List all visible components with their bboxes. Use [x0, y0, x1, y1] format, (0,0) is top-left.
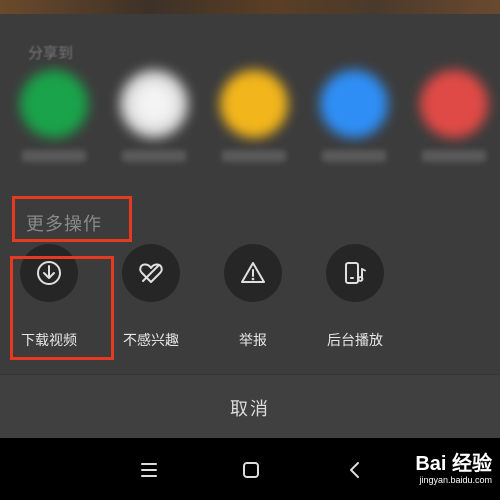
share-app-wechat[interactable] — [14, 70, 94, 180]
report-label: 举报 — [239, 333, 267, 349]
video-background-strip — [0, 0, 500, 14]
background-play-label: 后台播放 — [327, 333, 383, 349]
share-app-moments[interactable] — [114, 70, 194, 180]
report-button[interactable]: 举报 — [220, 244, 300, 354]
warning-icon — [224, 244, 282, 302]
share-app-label — [122, 150, 186, 162]
share-app-label — [422, 150, 486, 162]
back-icon[interactable] — [342, 458, 368, 482]
share-app-label — [222, 150, 286, 162]
highlight-box-more-actions — [12, 196, 132, 242]
home-icon[interactable] — [238, 458, 264, 482]
share-app-qzone[interactable] — [214, 70, 294, 180]
share-section-title: 分享到 — [28, 44, 74, 62]
highlight-box-download — [10, 256, 114, 360]
baidu-jingyan-watermark: Bai 经验 jingyan.baidu.com — [415, 454, 492, 486]
background-play-button[interactable]: 后台播放 — [322, 244, 402, 354]
weibo-app-icon — [420, 70, 488, 138]
watermark-url: jingyan.baidu.com — [419, 475, 492, 485]
not-interested-button[interactable]: 不感兴趣 — [118, 244, 198, 354]
share-app-label — [22, 150, 86, 162]
wechat-app-icon — [20, 70, 88, 138]
qzone-app-icon — [220, 70, 288, 138]
not-interested-label: 不感兴趣 — [123, 333, 179, 349]
cancel-button[interactable]: 取消 — [0, 374, 500, 439]
qq-app-icon — [320, 70, 388, 138]
share-app-qq[interactable] — [314, 70, 394, 180]
share-app-weibo[interactable] — [414, 70, 494, 180]
background-play-icon — [326, 244, 384, 302]
moments-app-icon — [120, 70, 188, 138]
watermark-brand: Bai 经验 — [415, 453, 492, 475]
heart-slash-icon — [122, 244, 180, 302]
cancel-label: 取消 — [230, 399, 270, 420]
menu-icon[interactable] — [136, 458, 162, 482]
share-app-label — [322, 150, 386, 162]
